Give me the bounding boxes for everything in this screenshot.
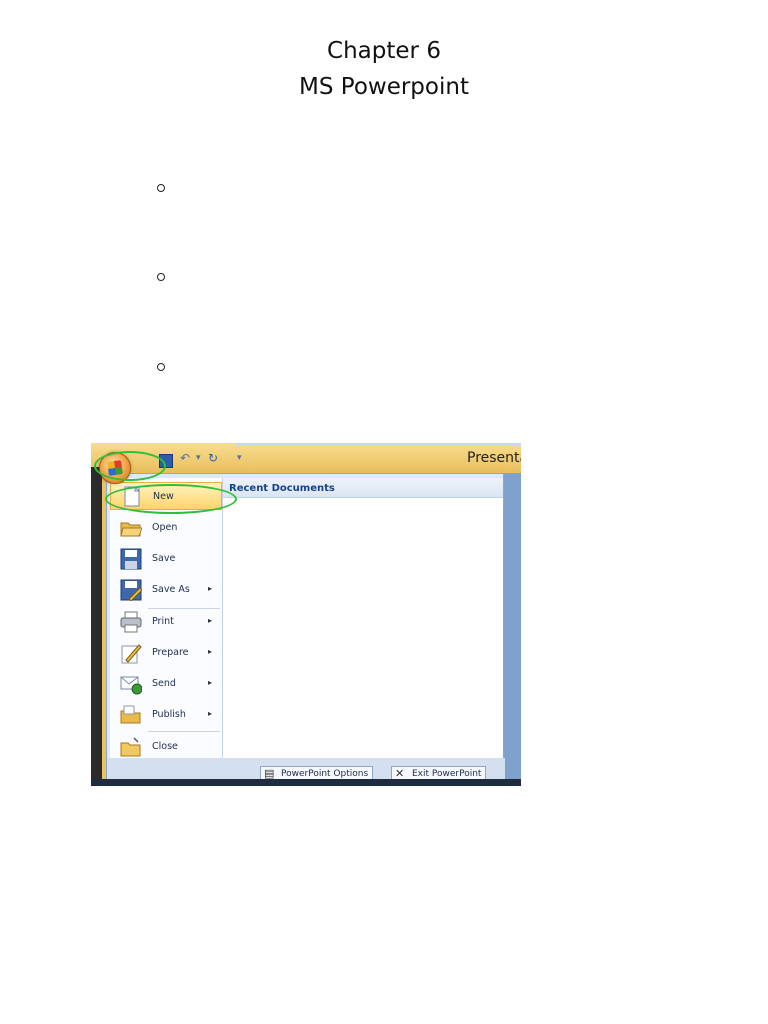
menu-separator [148,731,220,732]
menu-item-label: Save As [152,584,190,595]
menu-item-publish[interactable]: Publish ▸ [110,701,222,729]
submenu-arrow-icon: ▸ [208,616,213,625]
office-menu: New Open Save Save As ▸ Print ▸ Prepare … [106,473,505,786]
save-as-icon [120,579,143,602]
empty-bullet-2 [157,273,165,281]
menu-item-print[interactable]: Print ▸ [110,608,222,636]
menu-commands: New Open Save Save As ▸ Print ▸ Prepare … [110,478,222,758]
exit-button-label: Exit PowerPoint [412,769,482,779]
submenu-arrow-icon: ▸ [208,709,213,718]
empty-bullet-3 [157,363,165,371]
redo-icon[interactable]: ↻ [208,451,218,465]
page-title-line2: MS Powerpoint [299,74,469,100]
highlight-ring-new [105,484,237,514]
send-icon [120,673,143,695]
menu-item-label: Prepare [152,647,189,658]
highlight-ring-office-button [94,451,166,481]
save-disk-icon [120,548,142,570]
undo-icon[interactable]: ↶ [180,451,190,465]
menu-item-label: Send [152,678,176,689]
customize-toolbar-icon[interactable]: ▾ [237,453,242,463]
printer-icon [120,611,142,633]
empty-bullet-1 [157,184,165,192]
menu-item-send[interactable]: Send ▸ [110,670,222,698]
recent-documents-panel: Recent Documents [222,478,503,758]
menu-item-label: Save [152,553,176,564]
menu-item-label: Print [152,616,174,627]
menu-item-label: Publish [152,709,186,720]
open-folder-icon [120,517,143,539]
recent-documents-header: Recent Documents [223,478,503,498]
page-title-line1: Chapter 6 [327,38,441,64]
publish-folder-icon [120,704,142,726]
submenu-arrow-icon: ▸ [208,647,213,656]
menu-item-save-as[interactable]: Save As ▸ [110,576,222,604]
menu-item-close[interactable]: Close [110,733,222,761]
menu-item-open[interactable]: Open [110,514,222,542]
menu-item-save[interactable]: Save [110,545,222,573]
powerpoint-office-menu-screenshot: ↶ ▾ ↻ ▾ Presenta New Open [91,443,521,786]
options-button-label: PowerPoint Options [281,769,369,779]
menu-item-label: Open [152,522,178,533]
menu-item-prepare[interactable]: Prepare ▸ [110,639,222,667]
window-title: Presenta [467,450,521,466]
menu-item-label: Close [152,741,178,752]
prepare-pencil-icon [120,642,142,664]
submenu-arrow-icon: ▸ [208,584,213,593]
close-folder-icon [120,736,142,758]
submenu-arrow-icon: ▸ [208,678,213,687]
dropdown-arrow-icon[interactable]: ▾ [196,453,201,463]
